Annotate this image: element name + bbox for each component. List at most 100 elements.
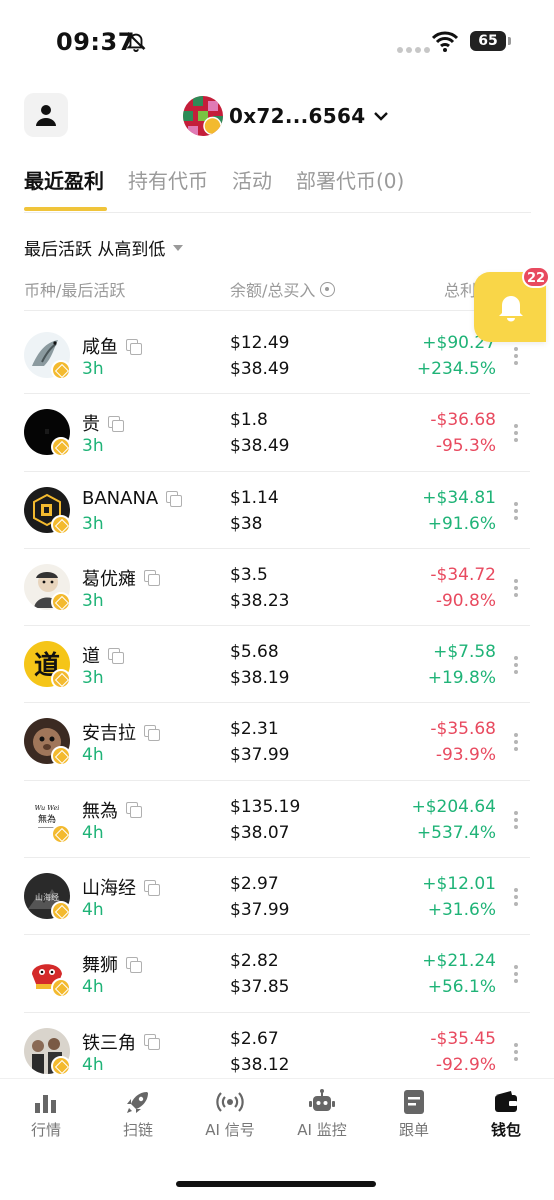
bar-chart-icon (35, 1095, 56, 1113)
nav-ai-signal[interactable]: AI 信号 (184, 1089, 276, 1140)
tab-recent-profit[interactable]: 最近盈利 (24, 165, 104, 194)
total-bought: $38.07 (230, 822, 290, 843)
bnb-chain-icon (51, 823, 71, 844)
active-tab-indicator (24, 207, 107, 211)
balance: $2.31 (230, 719, 279, 740)
profit-percent: +31.6% (427, 900, 496, 921)
tab-holdings[interactable]: 持有代币 (128, 165, 208, 194)
nav-copy-trade[interactable]: 跟单 (368, 1089, 460, 1140)
column-header-balance-label: 余额/总买入 (230, 281, 316, 300)
copy-icon[interactable] (144, 724, 160, 741)
more-options-icon[interactable] (514, 733, 518, 752)
more-options-icon[interactable] (514, 1042, 518, 1061)
more-options-icon[interactable] (514, 424, 518, 443)
more-options-icon[interactable] (514, 578, 518, 597)
profile-button[interactable] (24, 93, 68, 137)
last-active: 3h (82, 590, 104, 611)
profit-percent: +234.5% (416, 359, 496, 379)
rocket-icon (127, 1092, 148, 1113)
nav-market[interactable]: 行情 (0, 1089, 92, 1140)
total-profit: -$36.68 (430, 410, 496, 431)
person-icon (36, 105, 56, 126)
more-options-icon[interactable] (514, 810, 518, 829)
balance: $1.14 (230, 487, 279, 508)
signal-broadcast-icon (216, 1092, 244, 1112)
balance: $2.82 (230, 951, 279, 972)
copy-icon[interactable] (126, 338, 142, 355)
total-bought: $37.99 (230, 745, 290, 766)
token-row[interactable]: 道道 3h $5.68 $38.19 +$7.58 +19.8% (24, 626, 530, 704)
profit-percent: +56.1% (427, 977, 496, 998)
wallet-selector[interactable]: 0x72...6564 (183, 96, 389, 136)
total-profit: +$34.81 (422, 487, 496, 508)
more-options-icon[interactable] (514, 656, 518, 675)
copy-icon[interactable] (108, 647, 124, 664)
notification-button[interactable]: 22 (474, 266, 550, 342)
token-row[interactable]: 贵 3h $1.8 $38.49 -$36.68 -95.3% (24, 394, 530, 472)
column-headers: 币种/最后活跃 余额/总买入 总利 (24, 277, 531, 301)
tab-deployed-tokens[interactable]: 部署代币(0) (296, 165, 404, 194)
tab-activity[interactable]: 活动 (232, 165, 272, 194)
token-row[interactable]: 舞狮 4h $2.82 $37.85 +$21.24 +56.1% (24, 935, 530, 1013)
more-options-icon[interactable] (514, 501, 518, 520)
last-active: 4h (82, 977, 104, 998)
balance: $1.8 (230, 410, 268, 431)
token-row[interactable]: 葛优瘫 3h $3.5 $38.23 -$34.72 -90.8% (24, 549, 530, 627)
last-active: 3h (82, 513, 104, 534)
chevron-down-icon (374, 112, 389, 121)
notification-badge: 22 (522, 266, 550, 288)
svg-text:山海经: 山海经 (35, 892, 59, 902)
copy-icon[interactable] (126, 956, 142, 973)
total-bought: $38 (230, 513, 263, 534)
more-options-icon[interactable] (514, 347, 518, 365)
copy-icon[interactable] (144, 1034, 160, 1051)
sort-dropdown[interactable]: 最后活跃 从高到低 (24, 235, 184, 260)
wallet-avatar (183, 96, 223, 136)
nav-wallet-label: 钱包 (490, 1121, 521, 1139)
token-list: 咸鱼 3h $12.49 $38.49 +$90.27 +234.5% 贵 3h $1.8 $38… (0, 317, 554, 1090)
bell-icon (499, 296, 523, 322)
balance: $2.67 (230, 1028, 279, 1049)
total-bought: $37.85 (230, 977, 290, 998)
last-active: 4h (82, 745, 104, 766)
column-header-coin: 币种/最后活跃 (24, 281, 126, 300)
coin-name-label: 山海经 (82, 878, 136, 900)
copy-icon[interactable] (108, 415, 124, 432)
token-row[interactable]: BANANA 3h $1.14 $38 +$34.81 +91.6% (24, 472, 530, 549)
nav-market-label: 行情 (30, 1121, 61, 1139)
status-time: 09:37 (56, 28, 135, 56)
more-options-icon[interactable] (514, 888, 518, 907)
token-row[interactable]: 安吉拉 4h $2.31 $37.99 -$35.68 -93.9% (24, 703, 530, 781)
copy-icon[interactable] (144, 570, 160, 587)
coin-name-label: 葛优瘫 (82, 568, 136, 590)
bnb-chain-icon (51, 978, 71, 999)
balance: $12.49 (230, 333, 290, 353)
copy-icon[interactable] (126, 802, 142, 819)
total-profit: -$35.45 (430, 1028, 496, 1049)
more-options-icon[interactable] (514, 965, 518, 984)
token-row[interactable]: 咸鱼 3h $12.49 $38.49 +$90.27 +234.5% (24, 317, 530, 395)
copy-icon[interactable] (144, 879, 160, 896)
total-profit: +$7.58 (433, 642, 496, 663)
nav-wallet[interactable]: 钱包 (460, 1089, 552, 1140)
token-row[interactable]: Wu Wei 無為 無為 4h $135.19 $38.07 +$204.64 +537.4% (24, 781, 530, 859)
total-bought: $38.23 (230, 590, 290, 611)
total-profit: -$34.72 (430, 564, 496, 585)
token-row[interactable]: 山海经 山海经 4h $2.97 $37.99 +$12.01 +31.6% (24, 858, 530, 936)
last-active: 3h (82, 668, 104, 689)
bnb-chain-icon (51, 901, 71, 922)
balance: $2.97 (230, 874, 279, 895)
nav-ai-monitor[interactable]: AI 监控 (276, 1089, 368, 1140)
info-icon[interactable] (320, 281, 336, 297)
nav-copy-trade-label: 跟单 (398, 1121, 429, 1139)
last-active: 3h (82, 359, 104, 379)
battery-icon: 65 (470, 31, 511, 51)
last-active: 3h (82, 436, 104, 457)
bnb-chain-icon (51, 591, 71, 612)
profit-percent: -95.3% (435, 436, 496, 457)
bottom-nav: 行情 扫链 AI 信号 AI 监控 跟单 钱包 (0, 1078, 554, 1168)
bnb-chain-icon (51, 669, 71, 690)
bell-off-icon (126, 32, 146, 52)
nav-scan[interactable]: 扫链 (92, 1089, 184, 1140)
copy-icon[interactable] (166, 490, 183, 507)
